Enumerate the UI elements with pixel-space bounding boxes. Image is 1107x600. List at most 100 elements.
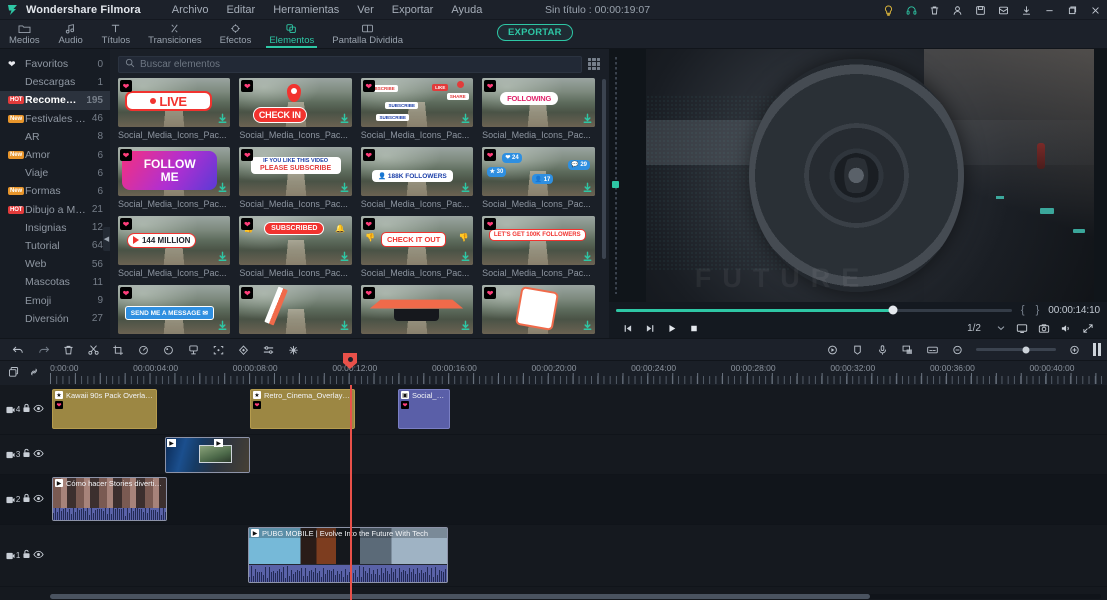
timeline-clip[interactable]: ★Kawaii 90s Pack Overlay 01❤	[52, 389, 157, 429]
download-icon[interactable]	[340, 320, 349, 331]
download-icon[interactable]	[218, 320, 227, 331]
search-container[interactable]	[118, 56, 582, 73]
inbox-icon[interactable]	[992, 0, 1015, 20]
tab-elementos[interactable]: Elementos	[260, 20, 323, 48]
sidebar-collapse-handle[interactable]: ◀	[103, 227, 110, 251]
menu-editar[interactable]: Editar	[217, 2, 264, 18]
trash-icon[interactable]	[923, 0, 946, 20]
microphone-icon[interactable]	[870, 339, 895, 360]
element-thumbnail[interactable]: ❤	[361, 285, 473, 334]
download-icon[interactable]	[340, 113, 349, 124]
element-tile[interactable]: ❤	[361, 285, 473, 334]
maximize-button[interactable]	[1061, 0, 1084, 20]
render-bars-icon[interactable]	[1087, 343, 1101, 356]
link-icon[interactable]	[28, 366, 40, 381]
lightbulb-icon[interactable]	[877, 0, 900, 20]
download-icon[interactable]	[461, 320, 470, 331]
timeline-track[interactable]: 1▶PUBG MOBILE | Evolve Into the Future W…	[0, 525, 1107, 587]
favorite-icon[interactable]: ❤	[120, 80, 132, 92]
sidebar-item-descargas[interactable]: Descargas1	[0, 73, 110, 91]
favorite-icon[interactable]: ❤	[120, 287, 132, 299]
favorite-icon[interactable]: ❤	[241, 218, 253, 230]
element-thumbnail[interactable]: CHECK IN❤	[239, 78, 351, 127]
snapshot-icon[interactable]	[1033, 318, 1055, 338]
freeze-frame-icon[interactable]	[181, 339, 206, 360]
menu-herramientas[interactable]: Herramientas	[264, 2, 348, 18]
element-tile[interactable]: LIVE❤Social_Media_Icons_Pac...	[118, 78, 230, 140]
sidebar-item-viaje[interactable]: Viaje6	[0, 164, 110, 182]
download-icon[interactable]	[1015, 0, 1038, 20]
element-thumbnail[interactable]: CHECK IT OUT👎👎❤	[361, 216, 473, 265]
download-icon[interactable]	[218, 251, 227, 262]
tab-efectos[interactable]: Efectos	[211, 20, 261, 48]
element-tile[interactable]: LET'S GET 100K FOLLOWERS❤Social_Media_Ic…	[482, 216, 594, 278]
menu-archivo[interactable]: Archivo	[163, 2, 218, 18]
tab-titulos[interactable]: Títulos	[93, 20, 140, 48]
element-tile[interactable]: 144 MILLION❤Social_Media_Icons_Pac...	[118, 216, 230, 278]
download-icon[interactable]	[340, 251, 349, 262]
timeline-clip[interactable]: ▶Cómo hacer Stories divertidas para...	[52, 477, 167, 521]
tab-audio[interactable]: Audio	[49, 20, 93, 48]
sidebar-item-favoritos[interactable]: ❤Favoritos0	[0, 55, 110, 73]
search-input[interactable]	[140, 59, 575, 70]
element-tile[interactable]: SUBSCRIBELIKESHARESUBSCRIBESUBSCRIBE❤Soc…	[361, 78, 473, 140]
sidebar-item-web[interactable]: Web56	[0, 255, 110, 273]
motion-tracking-icon[interactable]	[206, 339, 231, 360]
track-visibility-icon[interactable]	[33, 494, 44, 506]
element-thumbnail[interactable]: SEND ME A MESSAGE ✉❤	[118, 285, 230, 334]
sidebar-item-emoji[interactable]: Emoji9	[0, 291, 110, 309]
download-icon[interactable]	[461, 113, 470, 124]
timeline-clip[interactable]: ▶▶	[165, 437, 250, 473]
fullscreen-monitor-icon[interactable]	[1011, 318, 1033, 338]
element-thumbnail[interactable]: ❤	[482, 285, 594, 334]
download-icon[interactable]	[583, 113, 592, 124]
element-tile[interactable]: SEND ME A MESSAGE ✉❤	[118, 285, 230, 334]
track-lock-icon[interactable]	[22, 493, 31, 506]
favorite-icon[interactable]: ❤	[120, 149, 132, 161]
expand-icon[interactable]	[1077, 318, 1099, 338]
timeline-track[interactable]: 3▶▶	[0, 435, 1107, 475]
sidebar-item-formas[interactable]: NewFormas6	[0, 182, 110, 200]
element-thumbnail[interactable]: 👤 188K FOLLOWERS❤	[361, 147, 473, 196]
zoom-out-icon[interactable]	[945, 339, 970, 360]
favorite-icon[interactable]: ❤	[484, 287, 496, 299]
timeline-clip[interactable]: ▣Social_Media_I❤	[398, 389, 450, 429]
export-button[interactable]: EXPORTAR	[497, 24, 573, 41]
menu-exportar[interactable]: Exportar	[383, 2, 443, 18]
record-voiceover-icon[interactable]	[820, 339, 845, 360]
timeline-zoom-slider[interactable]	[976, 348, 1056, 351]
sidebar-item-amor[interactable]: NewAmor6	[0, 146, 110, 164]
download-icon[interactable]	[340, 182, 349, 193]
element-thumbnail[interactable]: ❤	[239, 285, 351, 334]
track-visibility-icon[interactable]	[33, 550, 44, 562]
sidebar-item-mascotas[interactable]: Mascotas11	[0, 273, 110, 291]
grid-view-icon[interactable]	[588, 58, 601, 71]
timeline-clip[interactable]: ★Retro_Cinema_Overlay_03❤	[250, 389, 355, 429]
track-lock-icon[interactable]	[22, 549, 31, 562]
stop-button[interactable]	[683, 318, 705, 338]
element-tile[interactable]: ❤ 24💬 29★ 30👤 17❤Social_Media_Icons_Pac.…	[482, 147, 594, 209]
favorite-icon[interactable]: ❤	[363, 218, 375, 230]
zoom-in-icon[interactable]	[1062, 339, 1087, 360]
browser-scrollbar[interactable]	[602, 79, 606, 259]
timeline-ruler[interactable]: 00:00:00:0000:00:04:0000:00:08:0000:00:1…	[50, 361, 1107, 385]
prev-frame-button[interactable]	[617, 318, 639, 338]
download-icon[interactable]	[218, 182, 227, 193]
favorite-icon[interactable]: ❤	[120, 218, 132, 230]
preview-seek-track[interactable]	[616, 309, 1012, 312]
split-scissors-icon[interactable]	[81, 339, 106, 360]
favorite-icon[interactable]: ❤	[363, 149, 375, 161]
keyframe-icon[interactable]	[231, 339, 256, 360]
favorite-icon[interactable]: ❤	[241, 80, 253, 92]
track-lock-icon[interactable]	[22, 403, 31, 416]
volume-icon[interactable]	[1055, 318, 1077, 338]
element-thumbnail[interactable]: IF YOU LIKE THIS VIDEOPLEASE SUBSCRIBE❤	[239, 147, 351, 196]
favorite-icon[interactable]: ❤	[484, 218, 496, 230]
download-icon[interactable]	[583, 251, 592, 262]
marker-icon[interactable]	[845, 339, 870, 360]
playhead-line[interactable]	[350, 385, 352, 600]
element-tile[interactable]: ❤	[482, 285, 594, 334]
headset-icon[interactable]	[900, 0, 923, 20]
sidebar-item-tutorial[interactable]: Tutorial64	[0, 237, 110, 255]
track-lock-icon[interactable]	[22, 448, 31, 461]
